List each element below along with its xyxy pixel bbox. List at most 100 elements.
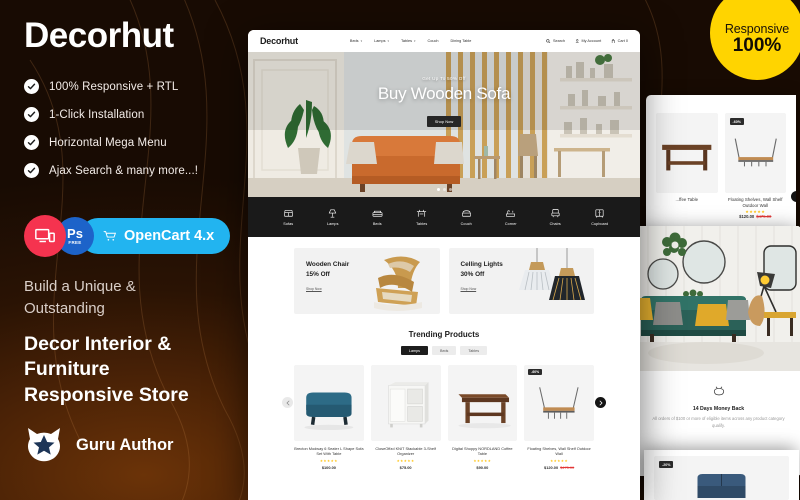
product-price: $120.00 $475.00 — [544, 464, 575, 470]
photoshop-label: Ps — [67, 225, 83, 241]
responsive-badge-line2: 100% — [732, 35, 782, 57]
nav-item-dining-table[interactable]: Dining Table — [450, 39, 471, 43]
tech-badge-row: Ps FREE OpenCart 4.x — [24, 215, 231, 257]
hero-shop-now-button[interactable]: Shop Now — [426, 116, 462, 127]
promo-tagline-big: Decor Interior & Furniture Responsive St… — [24, 333, 189, 406]
wood-coffee-table-art — [457, 394, 511, 429]
category-label: Sofas — [283, 222, 294, 226]
slider-dot[interactable] — [448, 188, 452, 191]
discount-badge: -20% — [659, 461, 674, 468]
responsive-devices-icon — [24, 215, 66, 257]
rating-stars: ★★★★★ — [473, 458, 492, 463]
discount-badge: -60% — [729, 118, 744, 125]
shopping-cart-icon — [103, 230, 117, 241]
category-label: Couch — [460, 222, 472, 226]
carousel-prev-button[interactable] — [282, 397, 293, 408]
blue-ottoman-art — [304, 392, 354, 431]
category-lamps[interactable]: Lamps — [311, 208, 356, 226]
chevron-down-icon: ▾ — [387, 39, 389, 43]
trending-tabs: Lamps Beds Tables — [248, 346, 640, 355]
product-carousel: Brecton Modway 6 Seater L Shape Sofa Set… — [248, 355, 640, 470]
product-image[interactable] — [370, 365, 441, 441]
discount-badge: -60% — [528, 369, 543, 375]
hero-slider-dots[interactable] — [248, 188, 640, 191]
category-tables[interactable]: Tables — [400, 208, 445, 226]
rating-stars: ★★★★★ — [319, 458, 338, 463]
nav-item-couch[interactable]: Couch — [428, 39, 439, 43]
lamp-icon — [329, 209, 337, 218]
category-label: Corner — [504, 222, 517, 226]
chevron-down-icon: ▾ — [413, 39, 416, 43]
category-strip: Sofas Lamps Beds Tables Couch Corner Cha… — [248, 197, 640, 237]
product-image[interactable]: -20% — [654, 456, 789, 500]
search-icon — [546, 39, 551, 44]
site-logo[interactable]: Decorhut — [260, 36, 298, 46]
product-card[interactable]: Digital Shoppy NORDLAND Coffee Table ★★★… — [447, 365, 518, 470]
category-sofas[interactable]: Sofas — [266, 208, 311, 226]
slider-dot[interactable] — [436, 188, 440, 191]
nav-item-tables[interactable]: Tables ▾ — [401, 39, 416, 43]
promo-banner-wooden-chair[interactable]: Wooden Chair 15% Off Shop Now — [294, 248, 440, 314]
opencart-label: OpenCart 4.x — [124, 228, 215, 244]
search-button[interactable]: Search — [546, 39, 565, 44]
account-button[interactable]: My Account — [575, 39, 601, 44]
category-label: Beds — [372, 222, 382, 226]
feature-label: Horizontal Mega Menu — [49, 136, 167, 149]
trending-heading: Trending Products — [408, 330, 480, 339]
product-price: $75.00 — [399, 464, 412, 470]
floating-shelf-art — [539, 387, 579, 419]
chair-icon — [551, 209, 560, 218]
category-corner[interactable]: Corner — [489, 208, 534, 226]
category-cupboard[interactable]: Cupboard — [578, 208, 623, 226]
tab-lamps[interactable]: Lamps — [400, 346, 428, 355]
feature-label: Ajax Search & many more...! — [49, 164, 199, 177]
header-utilities: Search My Account Cart 0 — [546, 38, 628, 44]
category-chairs[interactable]: Chairs — [533, 208, 578, 226]
product-title: ...ffee Table — [675, 197, 699, 202]
hero-banner[interactable]: Get Up To 50% Off Buy Wooden Sofa Shop N… — [248, 52, 640, 197]
promo-left-column: Decorhut 100% Responsive + RTL 1-Click I… — [24, 18, 249, 191]
main-site-mockup: Decorhut Beds ▾ Lamps ▾ Tables ▾ Couch D… — [248, 30, 640, 500]
promo-banner-ceiling-lights[interactable]: Celling Lights 30% Off Shop Now — [448, 248, 594, 314]
category-couch[interactable]: Couch — [444, 208, 489, 226]
floating-shelf-art — [734, 138, 777, 167]
product-card[interactable]: CloseOffzd KNIT Stackable 3-Shelf Organi… — [370, 365, 441, 470]
opencart-badge: OpenCart 4.x — [80, 218, 231, 254]
table-icon — [417, 209, 427, 217]
wood-coffee-table-art — [662, 144, 712, 171]
feature-item: Horizontal Mega Menu — [24, 135, 249, 150]
feature-item: 1-Click Installation — [24, 107, 249, 122]
product-image[interactable] — [294, 365, 364, 441]
photoshop-sub: FREE — [68, 239, 82, 245]
category-beds[interactable]: Beds — [355, 208, 400, 226]
product-title: Digital Shoppy NORDLAND Coffee Table — [452, 446, 513, 457]
site-header: Decorhut Beds ▾ Lamps ▾ Tables ▾ Couch D… — [248, 30, 640, 52]
nav-item-beds[interactable]: Beds ▾ — [350, 39, 362, 43]
tab-tables[interactable]: Tables — [460, 346, 488, 355]
wooden-chair-art — [373, 256, 422, 311]
product-image[interactable]: -60% — [524, 365, 594, 441]
carousel-next-button[interactable] — [595, 397, 606, 408]
product-price: $120.00 $475.00 — [739, 213, 772, 219]
check-icon — [24, 107, 39, 122]
slider-dot[interactable] — [442, 188, 446, 191]
green-sofa-mirrors-room-image — [636, 226, 800, 371]
cart-icon — [612, 38, 615, 44]
product-card[interactable]: -60% Floating Shelves, Wall Shelf Outdoo… — [524, 365, 594, 470]
tab-beds[interactable]: Beds — [432, 346, 457, 355]
rating-stars: ★★★★★ — [550, 458, 569, 463]
promo-brand-title: Decorhut — [24, 16, 174, 55]
cart-button[interactable]: Cart 0 — [611, 38, 628, 44]
hero-kicker: Get Up To 50% Off — [422, 76, 466, 81]
category-label: Cupboard — [591, 222, 609, 226]
product-card[interactable]: Brecton Modway 6 Seater L Shape Sofa Set… — [294, 365, 364, 470]
product-image[interactable]: -60% — [724, 113, 786, 193]
nav-item-lamps[interactable]: Lamps ▾ — [374, 39, 389, 43]
main-navigation: Beds ▾ Lamps ▾ Tables ▾ Couch Dining Tab… — [350, 39, 471, 43]
service-money-back: 14 Days Money Back All orders of $100 or… — [636, 371, 800, 439]
check-icon — [24, 135, 39, 150]
category-label: Tables — [416, 222, 428, 226]
product-image[interactable] — [447, 365, 518, 441]
product-image[interactable] — [656, 113, 718, 193]
carousel-next-button[interactable]: chevron-right-icon — [791, 191, 796, 202]
